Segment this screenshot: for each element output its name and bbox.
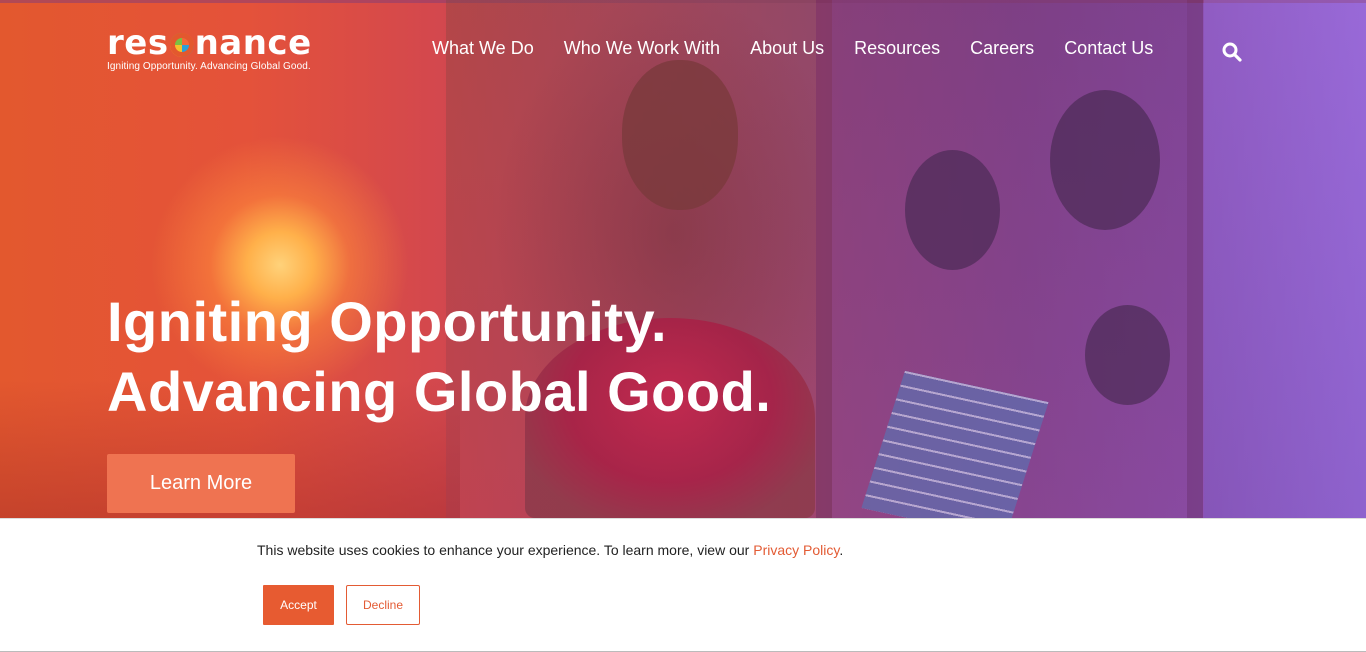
nav-item-what-we-do[interactable]: What We Do [432, 38, 534, 59]
decline-cookies-button[interactable]: Decline [346, 585, 420, 625]
accept-cookies-button[interactable]: Accept [263, 585, 334, 625]
logo-tagline: Igniting Opportunity. Advancing Global G… [107, 61, 311, 72]
photo-divider [816, 0, 832, 518]
nav-item-who-we-work-with[interactable]: Who We Work With [564, 38, 720, 59]
logo-globe-icon [169, 33, 194, 57]
privacy-policy-link[interactable]: Privacy Policy [753, 542, 839, 558]
farmer-figure [622, 60, 738, 210]
hero-section: res nance Igniting Opportunity. Advancing… [0, 0, 1366, 518]
hero-headline-line-2: Advancing Global Good. [107, 360, 772, 423]
cookie-message: This website uses cookies to enhance you… [257, 542, 844, 558]
cookie-banner: This website uses cookies to enhance you… [0, 518, 1366, 652]
nav-item-contact-us[interactable]: Contact Us [1064, 38, 1153, 59]
nav-item-resources[interactable]: Resources [854, 38, 940, 59]
learn-more-button[interactable]: Learn More [107, 454, 295, 513]
nav-item-careers[interactable]: Careers [970, 38, 1034, 59]
child-figure [905, 150, 1000, 270]
main-nav: What We Do Who We Work With About Us Res… [432, 38, 1153, 59]
photo-divider [1187, 0, 1203, 518]
site-logo[interactable]: res nance Igniting Opportunity. Advancing… [107, 26, 312, 72]
logo-wordmark: res nance [107, 23, 312, 63]
woman-figure [1050, 90, 1160, 230]
hero-headline: Igniting Opportunity. Advancing Global G… [107, 287, 771, 427]
child-figure [1085, 305, 1170, 405]
hero-photo-field [1204, 0, 1366, 518]
nav-item-about-us[interactable]: About Us [750, 38, 824, 59]
hero-headline-line-1: Igniting Opportunity. [107, 290, 667, 353]
search-icon[interactable] [1222, 42, 1242, 62]
